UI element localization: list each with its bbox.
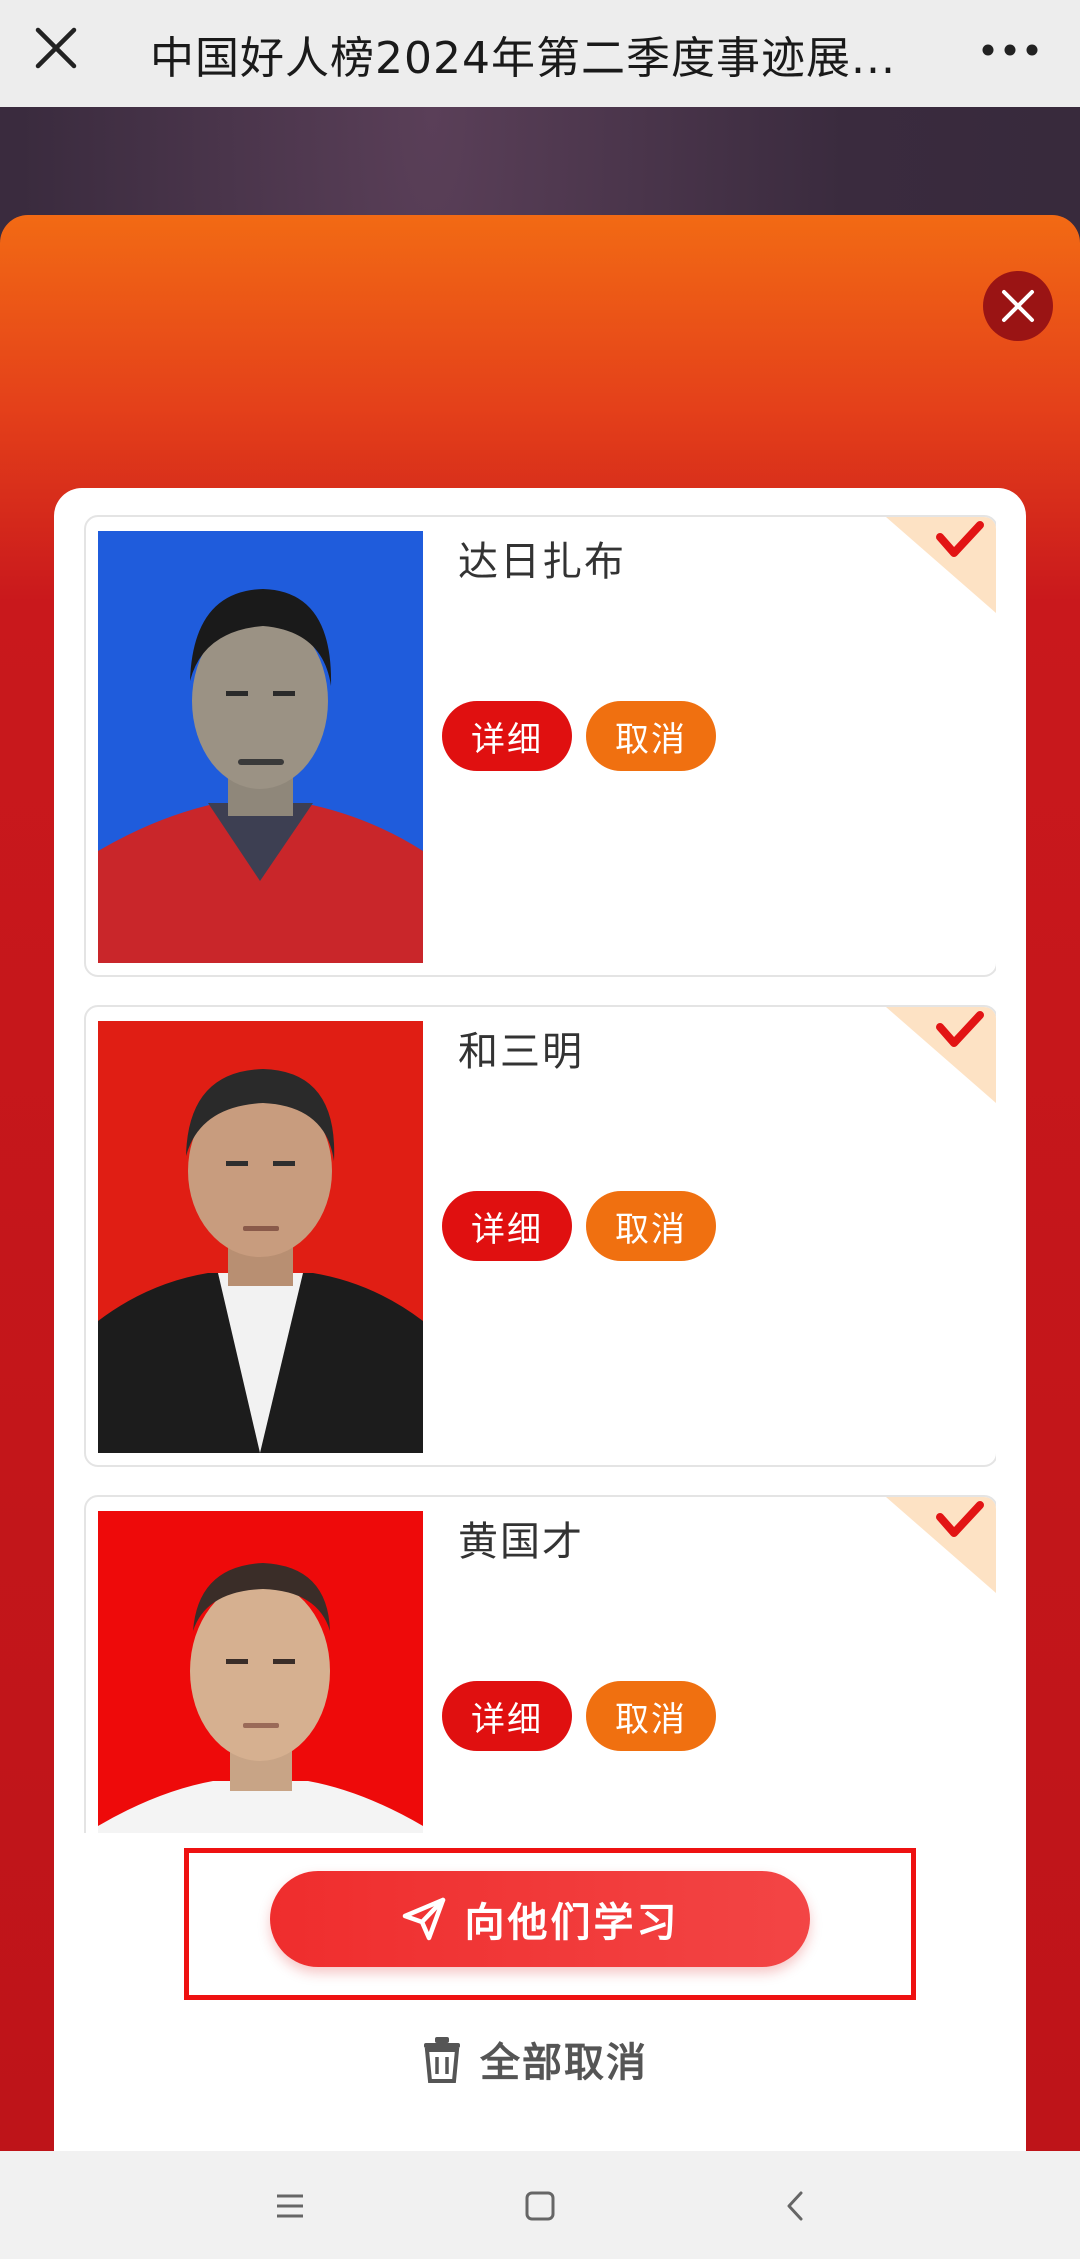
selected-check-icon [886,1007,996,1103]
person-photo [98,531,423,963]
person-name: 和三明 [458,1029,584,1075]
modal-close-button[interactable] [983,271,1053,341]
home-icon[interactable] [515,2181,565,2231]
cancel-button[interactable]: 取消 [586,1191,716,1261]
detail-button[interactable]: 详细 [442,1681,572,1751]
trash-icon [424,2037,460,2083]
page-title: 中国好人榜2024年第二季度事迹展... [150,33,896,84]
back-icon[interactable] [770,2181,820,2231]
detail-button[interactable]: 详细 [442,701,572,771]
person-card: 达日扎布 详细 取消 [84,515,996,977]
close-icon[interactable] [28,20,84,76]
person-photo [98,1021,423,1453]
selected-check-icon [886,1497,996,1593]
person-name: 达日扎布 [458,539,626,585]
cancel-button[interactable]: 取消 [586,1681,716,1751]
close-icon [1002,290,1034,322]
cancel-all-label: 全部取消 [480,2040,648,2086]
cancel-button[interactable]: 取消 [586,701,716,771]
selected-check-icon [886,517,996,613]
person-card: 和三明 详细 取消 [84,1005,996,1467]
send-icon [402,1897,445,1941]
learn-from-them-button[interactable]: 向他们学习 [270,1871,810,1967]
cancel-all-button[interactable]: 全部取消 [420,2024,648,2094]
app-header: 中国好人榜2024年第二季度事迹展... [0,0,1080,107]
more-icon[interactable] [975,22,1045,78]
people-list[interactable]: 达日扎布 详细 取消 和三明 详细 取消 黄国才 详细 取消 [84,515,996,1833]
person-name: 黄国才 [458,1519,584,1565]
person-card: 黄国才 详细 取消 [84,1495,996,1833]
menu-icon[interactable] [265,2181,315,2231]
person-photo [98,1511,423,1833]
detail-button[interactable]: 详细 [442,1191,572,1261]
system-nav-bar [0,2151,1080,2259]
learn-button-label: 向他们学习 [464,1900,680,1946]
